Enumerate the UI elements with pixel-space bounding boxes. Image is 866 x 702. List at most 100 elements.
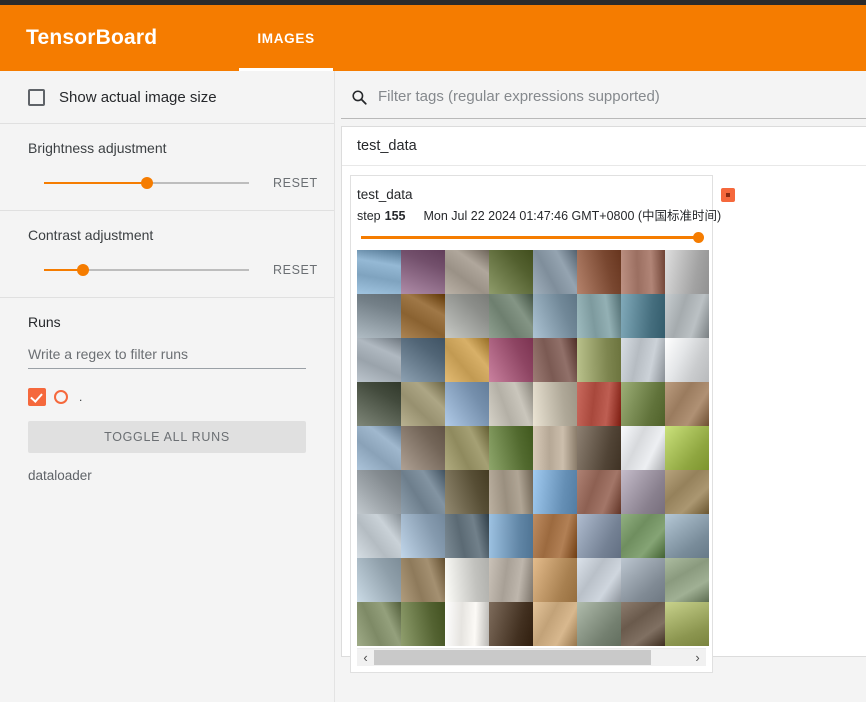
thumbnail-pixels xyxy=(357,514,401,558)
image-thumbnail[interactable] xyxy=(533,558,577,602)
image-thumbnail[interactable] xyxy=(445,338,489,382)
image-thumbnail[interactable] xyxy=(357,470,401,514)
tag-group-header[interactable]: test_data xyxy=(342,127,866,166)
image-thumbnail[interactable] xyxy=(665,558,709,602)
image-thumbnail[interactable] xyxy=(533,294,577,338)
image-thumbnail[interactable] xyxy=(357,250,401,294)
image-thumbnail[interactable] xyxy=(621,382,665,426)
image-thumbnail[interactable] xyxy=(401,602,445,646)
image-thumbnail[interactable] xyxy=(489,514,533,558)
image-thumbnail[interactable] xyxy=(533,426,577,470)
image-thumbnail[interactable] xyxy=(445,426,489,470)
image-thumbnail[interactable] xyxy=(489,294,533,338)
image-thumbnail[interactable] xyxy=(489,602,533,646)
image-thumbnail[interactable] xyxy=(665,338,709,382)
image-thumbnail[interactable] xyxy=(357,294,401,338)
image-horizontal-scrollbar[interactable]: ‹ › xyxy=(357,648,706,666)
show-actual-image-size-checkbox[interactable] xyxy=(28,88,45,106)
image-thumbnail[interactable] xyxy=(445,514,489,558)
image-thumbnail[interactable] xyxy=(533,514,577,558)
image-thumbnail[interactable] xyxy=(489,382,533,426)
scroll-left-arrow-icon[interactable]: ‹ xyxy=(357,649,374,666)
image-thumbnail[interactable] xyxy=(445,558,489,602)
image-thumbnail[interactable] xyxy=(577,294,621,338)
image-thumbnail[interactable] xyxy=(621,338,665,382)
image-thumbnail[interactable] xyxy=(445,602,489,646)
image-thumbnail[interactable] xyxy=(621,514,665,558)
image-thumbnail[interactable] xyxy=(489,250,533,294)
image-grid[interactable] xyxy=(357,250,709,646)
thumbnail-pixels xyxy=(533,338,577,382)
image-thumbnail[interactable] xyxy=(621,602,665,646)
contrast-slider[interactable] xyxy=(44,261,249,279)
image-thumbnail[interactable] xyxy=(401,470,445,514)
image-thumbnail[interactable] xyxy=(445,382,489,426)
image-thumbnail[interactable] xyxy=(533,382,577,426)
image-thumbnail[interactable] xyxy=(489,470,533,514)
image-thumbnail[interactable] xyxy=(665,250,709,294)
contrast-slider-thumb[interactable] xyxy=(76,264,89,276)
brightness-slider-thumb[interactable] xyxy=(140,177,153,189)
image-thumbnail[interactable] xyxy=(577,382,621,426)
show-actual-image-size-row[interactable]: Show actual image size xyxy=(28,71,306,123)
image-card-tag: test_data xyxy=(357,187,413,202)
tab-images[interactable]: IMAGES xyxy=(239,5,334,71)
image-thumbnail[interactable] xyxy=(401,514,445,558)
image-thumbnail[interactable] xyxy=(665,294,709,338)
image-thumbnail[interactable] xyxy=(621,426,665,470)
thumbnail-pixels xyxy=(489,514,533,558)
image-thumbnail[interactable] xyxy=(621,294,665,338)
image-thumbnail[interactable] xyxy=(577,558,621,602)
image-thumbnail[interactable] xyxy=(401,558,445,602)
scrollbar-thumb[interactable] xyxy=(374,650,652,665)
image-thumbnail[interactable] xyxy=(401,294,445,338)
toggle-all-runs-button[interactable]: TOGGLE ALL RUNS xyxy=(28,421,306,453)
image-thumbnail[interactable] xyxy=(665,514,709,558)
image-thumbnail[interactable] xyxy=(489,558,533,602)
image-thumbnail[interactable] xyxy=(665,426,709,470)
image-thumbnail[interactable] xyxy=(357,338,401,382)
step-slider-thumb[interactable] xyxy=(693,232,704,243)
image-thumbnail[interactable] xyxy=(445,250,489,294)
step-slider[interactable] xyxy=(361,232,704,244)
image-thumbnail[interactable] xyxy=(577,250,621,294)
image-thumbnail[interactable] xyxy=(665,470,709,514)
image-thumbnail[interactable] xyxy=(533,602,577,646)
image-thumbnail[interactable] xyxy=(621,470,665,514)
image-thumbnail[interactable] xyxy=(533,470,577,514)
scroll-right-arrow-icon[interactable]: › xyxy=(689,649,706,666)
brightness-reset-button[interactable]: RESET xyxy=(273,176,318,190)
contrast-reset-button[interactable]: RESET xyxy=(273,263,318,277)
image-thumbnail[interactable] xyxy=(533,250,577,294)
thumbnail-pixels xyxy=(445,426,489,470)
run-checkbox[interactable] xyxy=(28,388,46,406)
image-thumbnail[interactable] xyxy=(357,602,401,646)
image-thumbnail[interactable] xyxy=(445,294,489,338)
image-thumbnail[interactable] xyxy=(357,558,401,602)
image-thumbnail[interactable] xyxy=(357,382,401,426)
image-thumbnail[interactable] xyxy=(577,338,621,382)
image-thumbnail[interactable] xyxy=(445,470,489,514)
image-thumbnail[interactable] xyxy=(401,382,445,426)
image-thumbnail[interactable] xyxy=(533,338,577,382)
image-thumbnail[interactable] xyxy=(621,558,665,602)
runs-filter-input[interactable] xyxy=(28,346,306,369)
image-thumbnail[interactable] xyxy=(665,602,709,646)
image-thumbnail[interactable] xyxy=(357,514,401,558)
tag-filter-input[interactable] xyxy=(378,88,866,105)
image-thumbnail[interactable] xyxy=(401,426,445,470)
brightness-slider[interactable] xyxy=(44,174,249,192)
image-thumbnail[interactable] xyxy=(489,426,533,470)
image-thumbnail[interactable] xyxy=(401,338,445,382)
image-thumbnail[interactable] xyxy=(357,426,401,470)
image-thumbnail[interactable] xyxy=(621,250,665,294)
image-thumbnail[interactable] xyxy=(577,470,621,514)
image-thumbnail[interactable] xyxy=(665,382,709,426)
image-thumbnail[interactable] xyxy=(489,338,533,382)
image-thumbnail[interactable] xyxy=(577,426,621,470)
scrollbar-track[interactable] xyxy=(374,649,689,666)
run-item-row[interactable]: . xyxy=(28,387,306,407)
image-thumbnail[interactable] xyxy=(577,514,621,558)
image-thumbnail[interactable] xyxy=(401,250,445,294)
image-thumbnail[interactable] xyxy=(577,602,621,646)
